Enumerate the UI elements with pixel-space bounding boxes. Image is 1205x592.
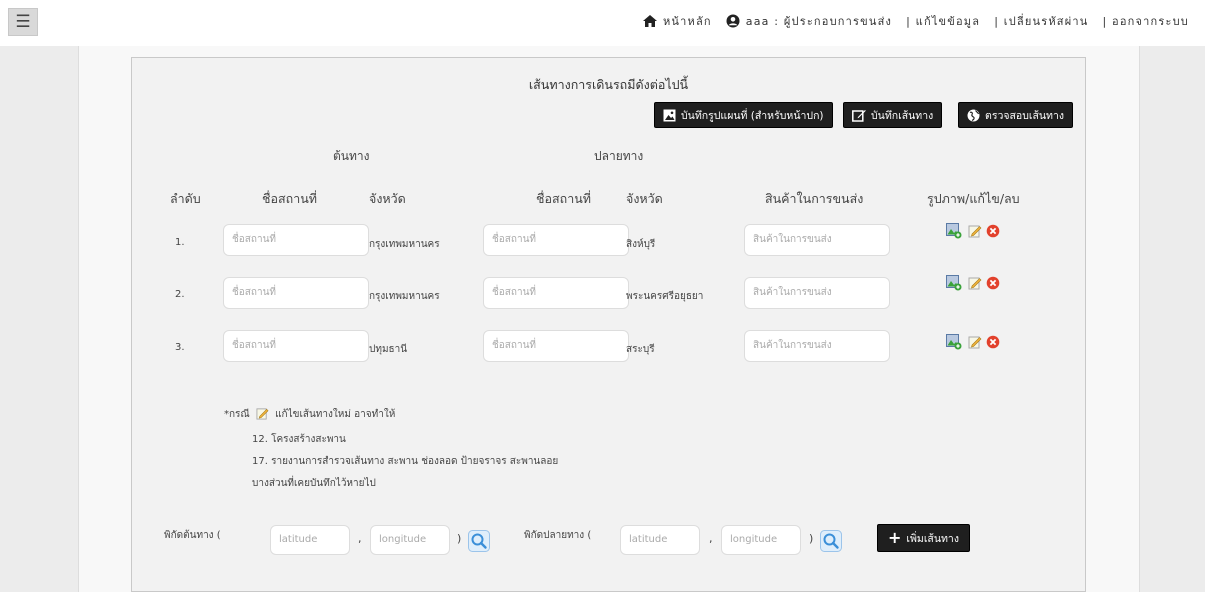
note-prefix: *กรณี [224,409,250,420]
add-route-button[interactable]: + เพิ่มเส้นทาง [877,524,970,552]
origin-province: กรุงเทพมหานคร [369,291,440,302]
edit-profile-link[interactable]: | แก้ไขข้อมูล [906,12,980,30]
destination-close-paren: ) [809,532,814,545]
save-map-button-label: บันทึกรูปแผนที่ (สำหรับหน้าปก) [681,109,824,122]
note-line-4: บางส่วนที่เคยบันทึกไว้หายไป [252,478,376,489]
column-header-origin-province: จังหวัด [369,191,406,206]
destination-group-label: ปลายทาง [594,149,644,163]
column-header-goods: สินค้าในการขนส่ง [765,191,864,206]
logout-link[interactable]: | ออกจากระบบ [1102,12,1189,30]
plus-icon: + [888,528,902,547]
origin-coordinates-label: พิกัดต้นทาง ( [164,530,221,541]
origin-place-input[interactable]: ชื่อสถานที่ [223,224,369,256]
edit-pencil-icon[interactable] [968,335,982,349]
edit-pencil-icon[interactable] [968,276,982,290]
destination-comma: , [709,532,713,545]
home-link[interactable]: หน้าหลัก [642,12,712,30]
goods-input[interactable]: สินค้าในการขนส่ง [744,277,890,309]
user-circle-icon [726,14,740,28]
destination-place-input[interactable]: ชื่อสถานที่ [483,277,629,309]
origin-longitude-input[interactable]: longitude [370,525,450,555]
delete-icon[interactable] [986,224,1000,238]
origin-latitude-input[interactable]: latitude [270,525,350,555]
row-number: 1. [175,237,185,248]
column-header-destination-province: จังหวัด [626,191,663,206]
origin-comma: , [358,532,362,545]
top-navigation: หน้าหลัก aaa : ผู้ประกอบการขนส่ง | แก้ไข… [629,12,1189,30]
column-header-origin-place: ชื่อสถานที่ [262,191,317,206]
origin-search-icon[interactable] [468,530,490,552]
origin-place-input[interactable]: ชื่อสถานที่ [223,277,369,309]
destination-coordinates-label: พิกัดปลายทาง ( [524,530,592,541]
destination-search-icon[interactable] [820,530,842,552]
goods-input[interactable]: สินค้าในการขนส่ง [744,224,890,256]
destination-province: พระนครศรีอยุธยา [626,291,704,302]
note-line-2: 12. โครงสร้างสะพาน [252,434,346,445]
add-image-icon[interactable] [946,334,962,350]
note-line-3: 17. รายงานการสำรวจเส้นทาง สะพาน ช่องลอด … [252,456,559,467]
destination-latitude-input[interactable]: latitude [620,525,700,555]
destination-longitude-input[interactable]: longitude [721,525,801,555]
home-icon [642,15,657,27]
panel-title: เส้นทางการเดินรถมีดังต่อไปนี้ [528,77,689,92]
destination-place-input[interactable]: ชื่อสถานที่ [483,224,629,256]
user-link[interactable]: aaa : ผู้ประกอบการขนส่ง [726,12,892,30]
origin-close-paren: ) [457,532,462,545]
user-label: aaa : ผู้ประกอบการขนส่ง [745,15,893,28]
globe-icon [967,109,980,121]
image-icon [663,109,676,121]
origin-province: กรุงเทพมหานคร [369,239,440,250]
column-header-actions: รูปภาพ/แก้ไข/ลบ [927,191,1020,206]
add-image-icon[interactable] [946,223,962,239]
save-route-button-label: บันทึกเส้นทาง [871,109,934,122]
destination-place-input[interactable]: ชื่อสถานที่ [483,330,629,362]
destination-province: สิงห์บุรี [626,239,656,250]
edit-icon [852,109,866,122]
note-line-1: *กรณี แก้ไขเส้นทางใหม่ อาจทำให้ [224,407,395,422]
origin-place-input[interactable]: ชื่อสถานที่ [223,330,369,362]
destination-province: สระบุรี [626,344,655,355]
hamburger-menu-button[interactable]: ☰ [8,8,38,36]
top-bar: ☰ หน้าหลัก aaa : ผู้ประกอบการขนส่ง | แก้… [0,0,1205,46]
save-route-button[interactable]: บันทึกเส้นทาง [843,102,943,128]
delete-icon[interactable] [986,276,1000,290]
row-number: 2. [175,289,185,300]
origin-group-label: ต้นทาง [333,149,370,163]
change-password-link[interactable]: | เปลี่ยนรหัสผ่าน [994,12,1088,30]
goods-input[interactable]: สินค้าในการขนส่ง [744,330,890,362]
origin-province: ปทุมธานี [369,344,408,355]
column-header-order: ลำดับ [170,191,201,206]
add-route-button-label: เพิ่มเส้นทาง [906,532,959,545]
row-number: 3. [175,342,185,353]
note-suffix: แก้ไขเส้นทางใหม่ อาจทำให้ [275,409,396,420]
check-route-button[interactable]: ตรวจสอบเส้นทาง [958,102,1074,128]
delete-icon[interactable] [986,335,1000,349]
edit-pencil-icon [256,408,269,420]
check-route-button-label: ตรวจสอบเส้นทาง [985,109,1065,122]
column-header-destination-place: ชื่อสถานที่ [536,191,591,206]
save-map-button[interactable]: บันทึกรูปแผนที่ (สำหรับหน้าปก) [654,102,833,128]
edit-pencil-icon[interactable] [968,224,982,238]
route-panel: เส้นทางการเดินรถมีดังต่อไปนี้ บันทึกรูปแ… [131,57,1086,592]
home-label: หน้าหลัก [662,15,712,28]
add-image-icon[interactable] [946,275,962,291]
